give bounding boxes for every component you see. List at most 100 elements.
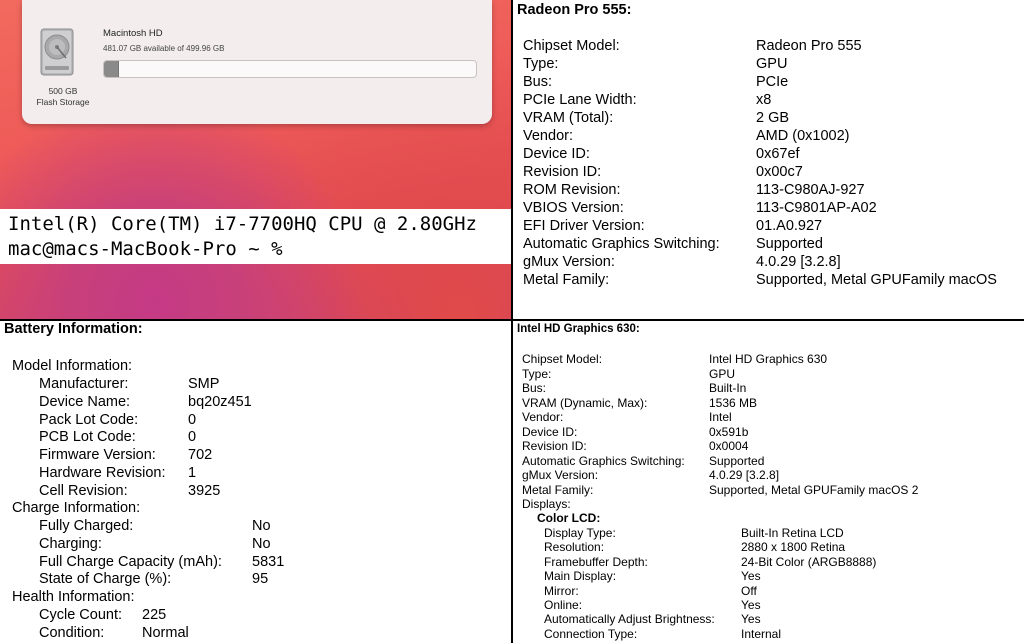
intel-display-row-label: Mirror:	[544, 583, 579, 598]
radeon-row-value: Supported	[756, 236, 823, 252]
intel-displays-label: Displays:	[522, 497, 571, 511]
hard-drive-icon	[40, 28, 74, 76]
radeon-row-label: Metal Family:	[523, 272, 610, 288]
radeon-row-label: EFI Driver Version:	[523, 218, 645, 234]
intel-display-row-label: Framebuffer Depth:	[544, 554, 648, 569]
intel-row-label: Chipset Model:	[522, 352, 603, 366]
intel-row-value: GPU	[709, 366, 736, 381]
storage-card: 500 GB Flash Storage Macintosh HD 481.07…	[22, 0, 492, 124]
radeon-row-label: PCIe Lane Width:	[523, 92, 637, 108]
intel-display-row-label: Resolution:	[544, 540, 605, 555]
radeon-row-label: Vendor:	[523, 128, 573, 144]
battery-model-row-label: Firmware Version:	[39, 447, 156, 464]
intel-row-value: Intel	[709, 410, 732, 424]
battery-charge-row-label: State of Charge (%):	[39, 571, 172, 588]
battery-model-row-value: 3925	[188, 482, 221, 499]
storage-usage-bar	[103, 60, 477, 78]
radeon-row-label: Chipset Model:	[523, 38, 620, 54]
battery-health-row-label: Condition:	[39, 624, 105, 641]
intel-row-label: Bus:	[522, 381, 547, 395]
intel-display-row-value: Yes	[741, 612, 761, 627]
radeon-row-value: 0x00c7	[756, 164, 803, 180]
battery-model-header: Model Information:	[12, 358, 133, 374]
storage-usage-fill	[104, 61, 120, 77]
battery-charge-row-value: 95	[252, 571, 269, 588]
intel-display-row-value: Yes	[741, 598, 761, 612]
battery-model-row-value: 0	[188, 429, 197, 446]
radeon-row-value: 2 GB	[756, 110, 790, 126]
intel-display-row-label: Display Type:	[544, 526, 616, 540]
battery-health-row-label: Cycle Count:	[39, 607, 123, 623]
intel-row-label: Type:	[522, 366, 552, 381]
radeon-row-value: x8	[756, 92, 772, 108]
radeon-row-label: Device ID:	[523, 146, 590, 162]
radeon-row-value: GPU	[756, 56, 788, 72]
disk-capacity-label: 500 GB	[48, 86, 78, 96]
intel-row-value: 1536 MB	[709, 395, 758, 410]
radeon-row-label: Revision ID:	[523, 164, 602, 180]
battery-health-header: Health Information:	[12, 589, 135, 605]
intel-display-row-value: 2880 x 1800 Retina	[741, 540, 846, 555]
battery-title: Battery Information:	[4, 321, 143, 337]
radeon-row-value: Radeon Pro 555	[756, 38, 862, 54]
intel-display-name: Color LCD:	[537, 511, 601, 525]
radeon-row-value: 4.0.29 [3.2.8]	[756, 254, 841, 270]
battery-charge-row-value: 5831	[252, 553, 285, 570]
intel-row-value: 4.0.29 [3.2.8]	[709, 468, 780, 482]
terminal-output[interactable]: Intel(R) Core(TM) i7-7700HQ CPU @ 2.80GH…	[0, 209, 511, 264]
intel-row-value: Supported	[709, 453, 765, 468]
intel-row-value: 0x591b	[709, 424, 749, 439]
terminal-line-cpu: Intel(R) Core(TM) i7-7700HQ CPU @ 2.80GH…	[8, 213, 477, 235]
battery-charge-row-label: Charging:	[39, 535, 102, 552]
terminal-prompt: mac@macs-MacBook-Pro ~ %	[8, 238, 283, 260]
battery-model-row-label: Device Name:	[39, 393, 131, 410]
battery-model-row-label: Pack Lot Code:	[39, 411, 139, 428]
battery-charge-row-value: No	[252, 535, 271, 552]
battery-model-row-label: Hardware Revision:	[39, 465, 166, 481]
battery-model-row-value: 0	[188, 411, 197, 428]
intel-display-row-label: Automatically Adjust Brightness:	[544, 612, 715, 627]
radeon-row-label: VRAM (Total):	[523, 110, 614, 126]
radeon-row-label: VBIOS Version:	[523, 200, 624, 216]
battery-charge-header: Charge Information:	[12, 500, 141, 516]
intel-row-label: Vendor:	[522, 410, 564, 424]
battery-health-row-value: Normal	[142, 624, 189, 641]
disk-kind-label: Flash Storage	[36, 97, 90, 107]
battery-charge-row-label: Fully Charged:	[39, 518, 134, 534]
radeon-row-value: Supported, Metal GPUFamily macOS	[756, 272, 997, 288]
battery-model-row-value: 1	[188, 465, 197, 481]
intel-row-value: Intel HD Graphics 630	[709, 352, 828, 366]
intel-row-value: Built-In	[709, 381, 747, 395]
intel-row-label: gMux Version:	[522, 468, 599, 482]
intel-row-label: Revision ID:	[522, 439, 587, 453]
battery-model-row-value: SMP	[188, 376, 220, 392]
radeon-row-label: gMux Version:	[523, 254, 615, 270]
intel-row-value: 0x0004	[709, 439, 749, 453]
battery-model-row-label: Manufacturer:	[39, 376, 129, 392]
intel-row-label: Automatic Graphics Switching:	[522, 453, 685, 468]
intel-row-label: Device ID:	[522, 424, 578, 439]
radeon-row-value: 0x67ef	[756, 146, 800, 162]
radeon-row-label: Type:	[523, 56, 559, 72]
radeon-row-value: AMD (0x1002)	[756, 128, 850, 144]
battery-model-row-label: PCB Lot Code:	[39, 429, 136, 446]
radeon-title: Radeon Pro 555:	[517, 2, 632, 18]
intel-display-row-value: Internal	[741, 626, 782, 641]
radeon-row-label: ROM Revision:	[523, 182, 621, 198]
intel-display-row-value: Built-In Retina LCD	[741, 526, 844, 540]
radeon-row-value: 113-C9801AP-A02	[756, 200, 877, 216]
intel-display-row-label: Online:	[544, 598, 583, 612]
battery-model-row-value: bq20z451	[188, 393, 252, 410]
intel-info-panel: Intel HD Graphics 630: Chipset Model: Int…	[513, 321, 1024, 643]
battery-health-row-value: 225	[142, 607, 167, 623]
intel-display-row-value: Yes	[741, 569, 761, 584]
radeon-row-value: 01.A0.927	[756, 218, 823, 234]
intel-row-value: Supported, Metal GPUFamily macOS 2	[709, 482, 919, 497]
battery-model-row-value: 702	[188, 447, 213, 464]
volume-name: Macintosh HD	[103, 28, 163, 39]
intel-row-label: VRAM (Dynamic, Max):	[522, 395, 648, 410]
radeon-row-value: PCIe	[756, 74, 789, 90]
intel-row-label: Metal Family:	[522, 482, 594, 497]
intel-display-row-value: 24-Bit Color (ARGB8888)	[741, 554, 877, 569]
battery-info-panel: Battery Information: Model Information: M…	[0, 321, 511, 643]
